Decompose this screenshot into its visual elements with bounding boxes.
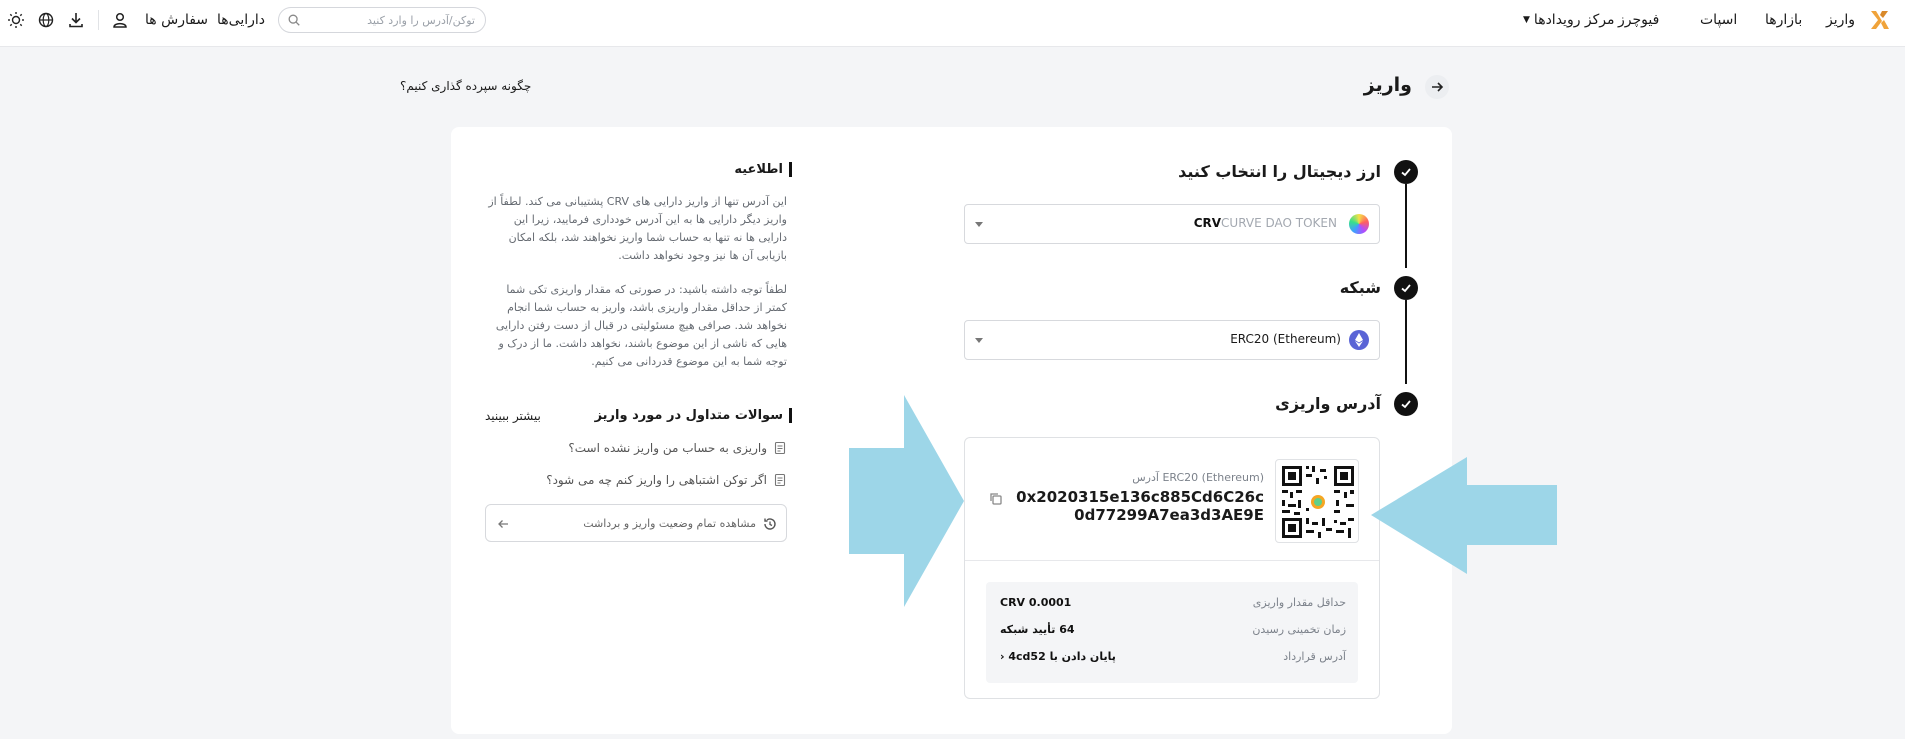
top-navbar: واریز بازارها اسپات فیوچرز ▼ مرکز رویداد… bbox=[0, 0, 1905, 47]
notice-paragraph-1: این آدرس تنها از واریز دارایی های CRV پش… bbox=[488, 195, 787, 262]
arrow-left-icon bbox=[498, 520, 508, 528]
faq-title: سوالات متداول در مورد واریز bbox=[595, 408, 792, 423]
notice-paragraph-2: لطفاً توجه داشته باشید: در صورتی که مقدا… bbox=[495, 283, 787, 368]
coin-select[interactable]: CRVCURVE DAO TOKEN bbox=[964, 204, 1380, 244]
min-deposit-label: حداقل مقدار واریزی bbox=[1252, 596, 1346, 609]
faq-item-1-text: واریزی به حساب من واریز نشده است؟ bbox=[568, 441, 767, 455]
eta-row: زمان تخمینی رسیدن 64 تأیید شبکه bbox=[1000, 623, 1346, 639]
contract-value[interactable]: پایان دادن با 4cd52 ‹ bbox=[1000, 650, 1116, 663]
deposit-history-label: مشاهده تمام وضعیت واریز و برداشت bbox=[583, 517, 756, 530]
check-icon bbox=[1401, 400, 1411, 409]
how-to-deposit-link[interactable]: چگونه سپرده گذاری کنیم؟ bbox=[400, 79, 570, 93]
address-network-label: ERC20 (Ethereum) آدرس bbox=[1132, 471, 1264, 484]
min-deposit-row: حداقل مقدار واریزی CRV 0.0001 bbox=[1000, 596, 1346, 612]
step-2-check bbox=[1394, 276, 1418, 300]
ethereum-icon bbox=[1349, 330, 1369, 350]
contract-label: آدرس قرارداد bbox=[1283, 650, 1346, 663]
nav-spot[interactable]: اسپات bbox=[1700, 0, 1737, 40]
step-connector bbox=[1405, 184, 1407, 268]
step-coin-title: ارز دیجیتال را انتخاب کنید bbox=[1178, 162, 1381, 181]
eta-value: 64 تأیید شبکه bbox=[1000, 623, 1075, 636]
step-3-check bbox=[1394, 392, 1418, 416]
nav-events[interactable]: ▼ مرکز رویدادها bbox=[1523, 0, 1615, 40]
search-input[interactable] bbox=[307, 12, 475, 28]
step-address-title: آدرس واریزی bbox=[1275, 394, 1381, 413]
see-more-link[interactable]: بیشتر ببینید bbox=[485, 409, 541, 423]
nav-deposit[interactable]: واریز bbox=[1826, 0, 1855, 40]
step-1-check bbox=[1394, 160, 1418, 184]
annotation-arrow-left-icon bbox=[1371, 457, 1557, 574]
nav-events-label: مرکز رویدادها bbox=[1533, 12, 1615, 28]
step-network-title: شبکه bbox=[1339, 278, 1381, 297]
eta-label: زمان تخمینی رسیدن bbox=[1252, 623, 1346, 636]
brand-logo-icon[interactable] bbox=[1868, 8, 1892, 32]
address-qr-code[interactable] bbox=[1275, 459, 1359, 543]
network-select[interactable]: ERC20 (Ethereum) bbox=[964, 320, 1380, 360]
download-icon[interactable] bbox=[66, 10, 86, 30]
document-icon bbox=[774, 441, 786, 455]
notice-title: اطلاعیه bbox=[734, 162, 792, 177]
deposit-history-button[interactable]: مشاهده تمام وضعیت واریز و برداشت bbox=[485, 504, 787, 542]
theme-toggle-sun-icon[interactable] bbox=[6, 10, 26, 30]
coin-select-value: CRVCURVE DAO TOKEN bbox=[1193, 216, 1337, 230]
user-icon[interactable] bbox=[110, 10, 130, 30]
deposit-address-box: ERC20 (Ethereum) آدرس 0x2020315e136c885C… bbox=[964, 437, 1380, 699]
nav-assets[interactable]: دارایی‌ها bbox=[217, 0, 265, 40]
chevron-down-icon bbox=[975, 338, 983, 343]
arrow-right-icon bbox=[1432, 82, 1444, 92]
history-icon bbox=[764, 518, 776, 530]
min-deposit-value: CRV 0.0001 bbox=[1000, 596, 1072, 609]
divider bbox=[965, 560, 1379, 561]
check-icon bbox=[1401, 168, 1411, 177]
contract-row: آدرس قرارداد پایان دادن با 4cd52 ‹ bbox=[1000, 650, 1346, 666]
check-icon bbox=[1401, 284, 1411, 293]
globe-icon[interactable] bbox=[36, 10, 56, 30]
nav-futures[interactable]: فیوچرز bbox=[1618, 0, 1659, 40]
navbar-divider bbox=[98, 10, 99, 30]
network-select-value: ERC20 (Ethereum) bbox=[1230, 332, 1341, 346]
nav-orders[interactable]: سفارش ها bbox=[145, 0, 208, 40]
search-box[interactable] bbox=[278, 7, 486, 33]
crv-coin-icon bbox=[1349, 214, 1369, 234]
annotation-arrow-right-icon bbox=[849, 395, 964, 607]
faq-item-2-text: اگر توکن اشتباهی را واریز کنم چه می شود؟ bbox=[546, 473, 767, 487]
search-icon bbox=[288, 14, 300, 26]
back-button[interactable] bbox=[1425, 75, 1449, 99]
page-title: واریز bbox=[1363, 74, 1412, 96]
chevron-down-icon bbox=[975, 222, 983, 227]
document-icon bbox=[774, 473, 786, 487]
nav-markets[interactable]: بازارها bbox=[1765, 0, 1802, 40]
qr-code-icon bbox=[1282, 466, 1354, 538]
deposit-address-value[interactable]: 0x2020315e136c885Cd6C26c0d77299A7ea3d3AE… bbox=[1009, 488, 1264, 524]
faq-item-2[interactable]: اگر توکن اشتباهی را واریز کنم چه می شود؟ bbox=[546, 473, 787, 487]
copy-icon[interactable] bbox=[988, 491, 1004, 507]
faq-item-1[interactable]: واریزی به حساب من واریز نشده است؟ bbox=[568, 441, 787, 455]
step-connector bbox=[1405, 300, 1407, 384]
chevron-down-icon: ▼ bbox=[1523, 15, 1530, 25]
deposit-details: حداقل مقدار واریزی CRV 0.0001 زمان تخمین… bbox=[986, 582, 1358, 683]
